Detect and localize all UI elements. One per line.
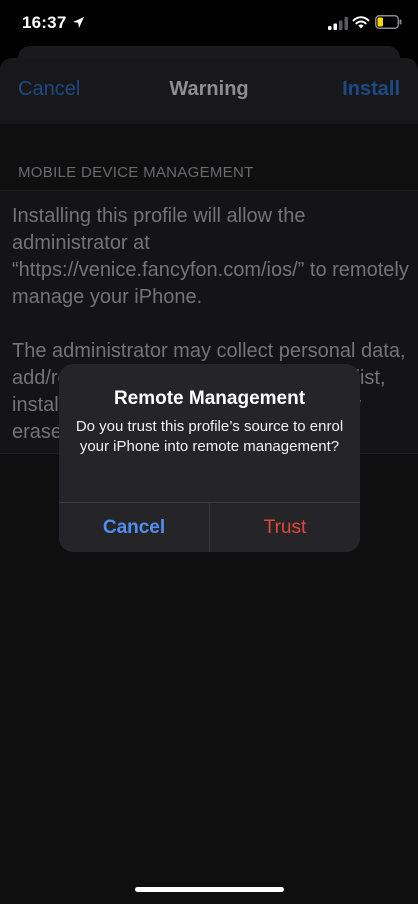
battery-low-icon [375, 15, 402, 29]
location-arrow-icon [73, 17, 84, 28]
alert-title: Remote Management [113, 388, 306, 409]
alert-trust-button[interactable]: Trust [210, 503, 360, 552]
cellular-signal-icon [328, 17, 348, 30]
nav-install-button[interactable]: Install [342, 78, 400, 101]
remote-management-alert: Remote Management Do you trust this prof… [59, 364, 360, 552]
status-time: 16:37 [22, 13, 67, 32]
status-bar: 16:37 [0, 0, 418, 48]
section-header: MOBILE DEVICE MANAGEMENT [18, 164, 254, 181]
alert-cancel-button[interactable]: Cancel [59, 503, 209, 552]
alert-message: Do you trust this profile’s source to en… [75, 418, 344, 455]
navigation-bar: Cancel Warning Install [0, 58, 418, 124]
wifi-icon [352, 16, 370, 29]
home-indicator[interactable] [135, 887, 284, 892]
